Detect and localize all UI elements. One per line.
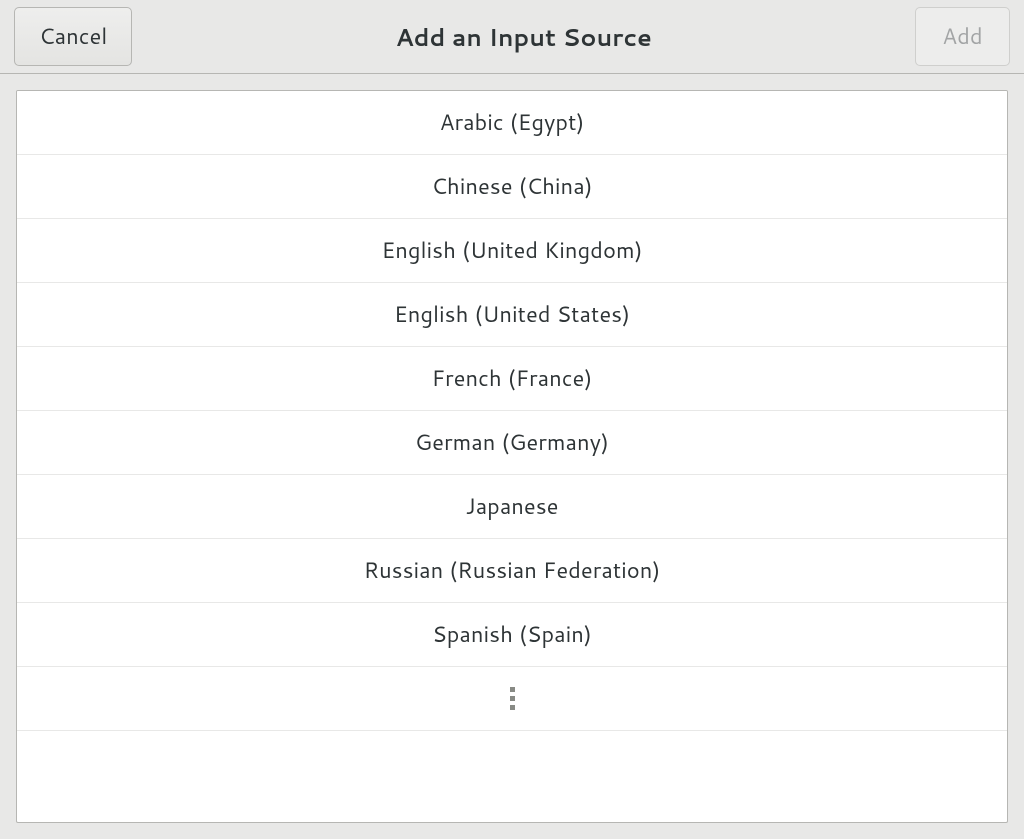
list-item-label: Russian (Russian Federation): [364, 555, 661, 586]
content-area: Arabic (Egypt) Chinese (China) English (…: [0, 74, 1024, 839]
list-item[interactable]: French (France): [17, 347, 1007, 411]
list-item[interactable]: German (Germany): [17, 411, 1007, 475]
add-button[interactable]: Add: [915, 7, 1010, 66]
list-item-label: German (Germany): [415, 427, 609, 458]
list-item-label: Chinese (China): [431, 171, 592, 202]
list-item[interactable]: Arabic (Egypt): [17, 91, 1007, 155]
header-bar: Cancel Add an Input Source Add: [0, 0, 1024, 74]
add-input-source-dialog: Cancel Add an Input Source Add Arabic (E…: [0, 0, 1024, 839]
list-item-label: English (United States): [394, 299, 630, 330]
list-item[interactable]: Russian (Russian Federation): [17, 539, 1007, 603]
dialog-title: Add an Input Source: [132, 20, 915, 54]
list-item-label: Japanese: [465, 491, 558, 522]
list-item-label: English (United Kingdom): [381, 235, 642, 266]
list-item[interactable]: Japanese: [17, 475, 1007, 539]
more-button[interactable]: [17, 667, 1007, 731]
list-item[interactable]: Spanish (Spain): [17, 603, 1007, 667]
list-item-label: Arabic (Egypt): [440, 107, 585, 138]
input-source-list: Arabic (Egypt) Chinese (China) English (…: [16, 90, 1008, 823]
list-item-label: Spanish (Spain): [432, 619, 592, 650]
list-item-label: French (France): [432, 363, 593, 394]
list-item[interactable]: English (United States): [17, 283, 1007, 347]
cancel-button[interactable]: Cancel: [14, 7, 132, 66]
list-item[interactable]: English (United Kingdom): [17, 219, 1007, 283]
more-icon: [510, 687, 515, 710]
list-item[interactable]: Chinese (China): [17, 155, 1007, 219]
